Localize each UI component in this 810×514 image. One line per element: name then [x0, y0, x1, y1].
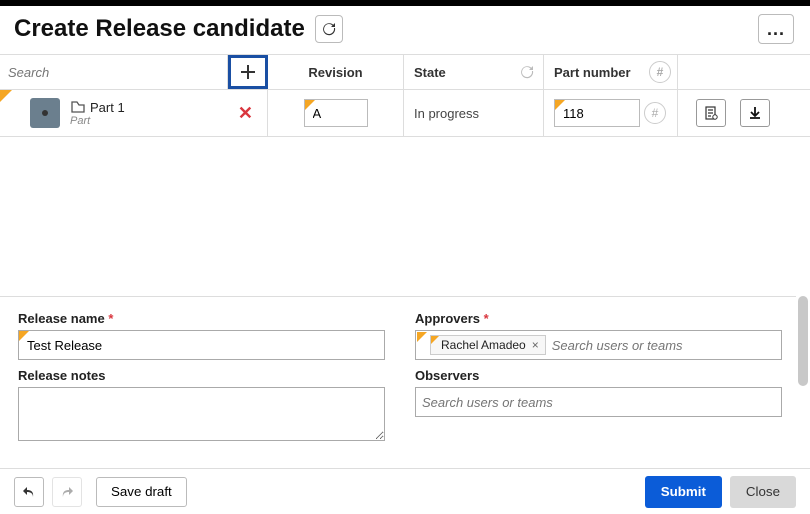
release-name-input[interactable] [18, 330, 385, 360]
part-number-input[interactable] [554, 99, 640, 127]
add-item-button[interactable] [228, 55, 268, 89]
refresh-icon [321, 21, 337, 37]
refresh-button[interactable] [315, 15, 343, 43]
items-table: Revision State Part number # Part 1 Part [0, 54, 810, 137]
header-left: Create Release candidate [14, 15, 343, 43]
column-header-actions [678, 55, 810, 89]
part-name: Part 1 [90, 100, 125, 115]
observers-label: Observers [415, 368, 782, 383]
column-header-state[interactable]: State [404, 55, 544, 89]
column-header-row: Revision State Part number # [0, 55, 810, 89]
approvers-field[interactable]: Rachel Amadeo × [415, 330, 782, 360]
release-name-label: Release name * [18, 311, 385, 326]
submit-button[interactable]: Submit [645, 476, 722, 508]
approvers-label: Approvers * [415, 311, 782, 326]
generate-number-button[interactable]: # [644, 102, 666, 124]
release-form: Release name * Release notes Approvers *… [0, 296, 796, 444]
ellipsis-icon: ... [767, 19, 785, 40]
vertical-scrollbar[interactable] [798, 296, 808, 386]
column-label: Revision [308, 65, 362, 80]
column-label: State [414, 65, 446, 80]
document-icon [703, 105, 719, 121]
part-number-cell: # [544, 90, 678, 136]
dialog-footer: Save draft Submit Close [0, 468, 810, 514]
plus-icon [239, 63, 257, 81]
required-marker: * [484, 311, 489, 326]
change-indicator-icon [417, 332, 427, 342]
search-cell [0, 55, 228, 89]
column-label: Part number [554, 65, 631, 80]
download-button[interactable] [740, 99, 770, 127]
item-cell[interactable]: Part 1 Part ✕ [0, 90, 268, 136]
form-right-column: Approvers * Rachel Amadeo × Observers [415, 311, 782, 444]
redo-icon [59, 484, 75, 500]
column-header-revision[interactable]: Revision [268, 55, 404, 89]
revision-cell [268, 90, 404, 136]
change-indicator-icon [19, 331, 29, 341]
remove-chip-button[interactable]: × [532, 338, 539, 352]
release-notes-label: Release notes [18, 368, 385, 383]
undo-button[interactable] [14, 477, 44, 507]
page-title: Create Release candidate [14, 15, 305, 43]
change-indicator-icon [555, 100, 565, 110]
part-type: Part [70, 115, 125, 127]
state-cell: In progress [404, 90, 544, 136]
where-used-button[interactable] [696, 99, 726, 127]
row-actions [678, 90, 810, 136]
table-row: Part 1 Part ✕ In progress # [0, 89, 810, 137]
observers-field[interactable] [415, 387, 782, 417]
refresh-column-icon[interactable] [517, 62, 537, 82]
download-icon [747, 105, 763, 121]
more-actions-button[interactable]: ... [758, 14, 794, 44]
remove-item-button[interactable]: ✕ [232, 103, 259, 124]
column-header-part-number[interactable]: Part number # [544, 55, 678, 89]
release-notes-input[interactable] [18, 387, 385, 441]
hash-icon[interactable]: # [649, 61, 671, 83]
close-button[interactable]: Close [730, 476, 796, 508]
change-indicator-icon [431, 336, 439, 344]
dialog-header: Create Release candidate ... [0, 6, 810, 54]
approver-chip: Rachel Amadeo × [430, 335, 546, 355]
state-value: In progress [414, 106, 479, 121]
redo-button[interactable] [52, 477, 82, 507]
required-marker: * [108, 311, 113, 326]
observers-search-input[interactable] [422, 395, 775, 410]
chip-label: Rachel Amadeo [441, 338, 526, 352]
part-info: Part 1 Part [70, 100, 125, 127]
part-thumbnail [30, 98, 60, 128]
undo-icon [21, 484, 37, 500]
change-indicator-icon [0, 90, 12, 102]
search-input[interactable] [8, 65, 219, 80]
save-draft-button[interactable]: Save draft [96, 477, 187, 507]
approvers-search-input[interactable] [552, 338, 775, 353]
change-indicator-icon [305, 100, 315, 110]
form-left-column: Release name * Release notes [18, 311, 385, 444]
part-icon [70, 100, 86, 114]
